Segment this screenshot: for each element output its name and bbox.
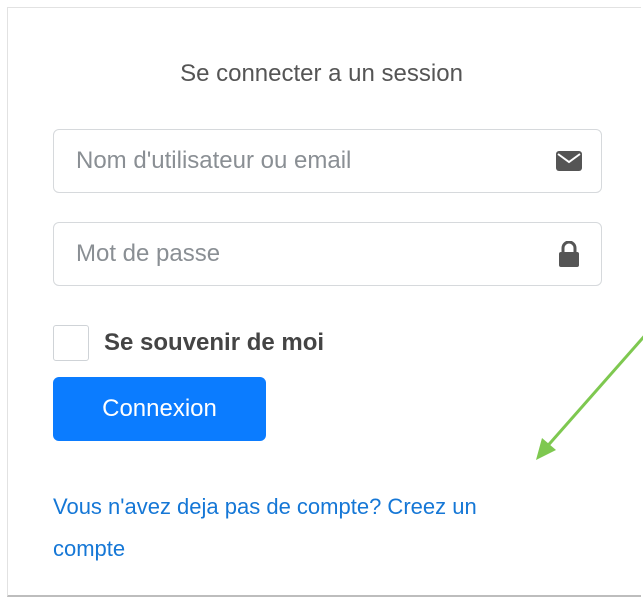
lock-icon <box>555 240 583 268</box>
remember-me: Se souvenir de moi <box>53 325 324 361</box>
username-field[interactable] <box>53 129 602 193</box>
password-input[interactable] <box>76 240 555 268</box>
signup-link[interactable]: Vous n'avez deja pas de compte? Creez un… <box>53 486 553 570</box>
envelope-icon <box>555 147 583 175</box>
remember-label[interactable]: Se souvenir de moi <box>104 329 324 357</box>
green-arrow-annotation <box>536 335 643 460</box>
password-field[interactable] <box>53 222 602 286</box>
login-button[interactable]: Connexion <box>53 377 266 441</box>
remember-checkbox[interactable] <box>53 325 89 361</box>
page-title: Se connecter a un session <box>180 60 463 87</box>
username-input[interactable] <box>76 147 555 175</box>
